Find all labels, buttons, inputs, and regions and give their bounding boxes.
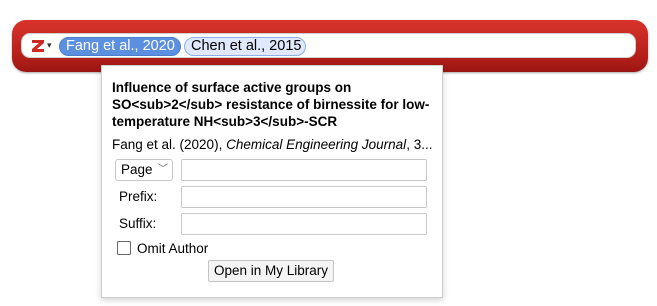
meta-journal: Chemical Engineering Journal	[226, 137, 407, 152]
prefix-label: Prefix:	[119, 189, 158, 204]
zotero-z-icon[interactable]	[28, 36, 48, 56]
locator-field[interactable]	[181, 159, 427, 181]
citation-bubble-selected[interactable]: Fang et al., 2020	[59, 37, 181, 56]
suffix-label: Suffix:	[119, 216, 157, 231]
prefix-field[interactable]	[181, 186, 427, 208]
caret-down-icon[interactable]: ▾	[47, 38, 52, 52]
item-citation-meta: Fang et al. (2020), Chemical Engineering…	[112, 136, 437, 153]
item-title: Influence of surface active groups on SO…	[112, 80, 430, 129]
citation-bubble[interactable]: Chen et al., 2015	[184, 37, 306, 56]
meta-rest: , 3...	[406, 137, 433, 152]
suffix-field[interactable]	[181, 213, 427, 235]
locator-type-select[interactable]: Page ﹀	[115, 159, 173, 181]
omit-author-label[interactable]: Omit Author	[137, 240, 208, 257]
open-in-library-button[interactable]: Open in My Library	[208, 260, 334, 282]
meta-author-year: Fang et al. (2020),	[112, 137, 227, 152]
locator-type-value: Page	[121, 162, 153, 177]
omit-author-checkbox[interactable]	[117, 241, 131, 255]
chevron-down-icon: ﹀	[158, 164, 168, 175]
